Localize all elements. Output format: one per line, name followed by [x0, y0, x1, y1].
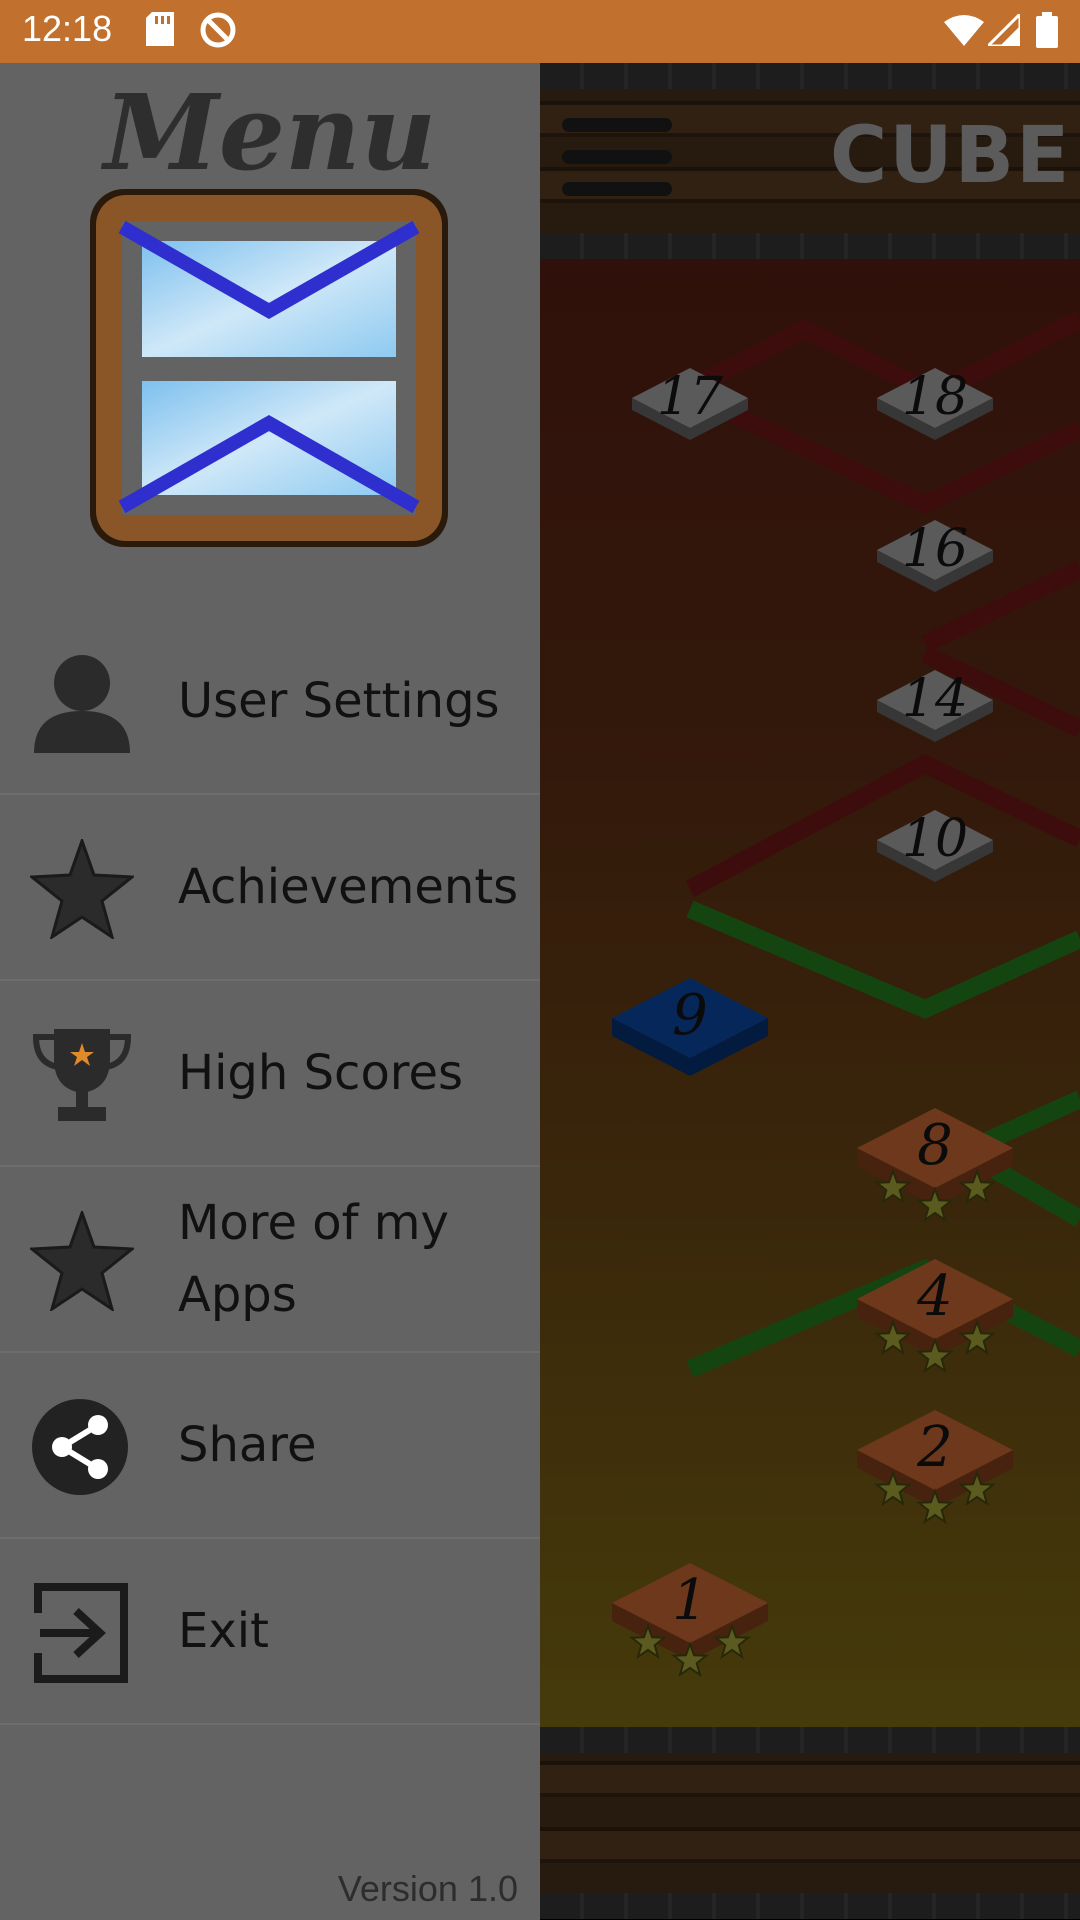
- level-tile-10[interactable]: 10: [877, 809, 993, 882]
- menu-item-high-scores[interactable]: High Scores: [0, 981, 540, 1167]
- status-time: 12:18: [22, 8, 113, 49]
- menu-item-user-settings[interactable]: User Settings: [0, 609, 540, 795]
- star-icon: [30, 1211, 134, 1311]
- level-tiles[interactable]: 17 18 16 14 10 9 8 4 2 1: [540, 63, 1080, 1920]
- level-number: 1: [672, 1568, 708, 1633]
- trophy-icon: [32, 1029, 132, 1121]
- menu-item-label: Share: [178, 1417, 317, 1473]
- level-tile-18[interactable]: 18: [877, 367, 993, 440]
- menu-item-exit[interactable]: Exit: [0, 1539, 540, 1725]
- level-tile-4[interactable]: 4: [857, 1259, 1013, 1374]
- menu-item-label: High Scores: [178, 1045, 464, 1101]
- level-tile-8[interactable]: 8: [857, 1108, 1013, 1223]
- status-bar: 12:18: [0, 0, 1080, 63]
- level-number: 18: [902, 367, 968, 427]
- level-number: 17: [657, 367, 724, 427]
- sync-disabled-icon: [200, 12, 236, 48]
- level-tile-9[interactable]: 9: [612, 978, 768, 1076]
- menu-title: Menu: [103, 71, 437, 194]
- app-logo: [90, 189, 448, 547]
- wifi-icon: [944, 15, 984, 46]
- level-tile-16[interactable]: 16: [877, 519, 993, 592]
- signal-icon: [988, 14, 1020, 46]
- level-number: 14: [902, 669, 968, 729]
- version-label: Version 1.0: [337, 1868, 518, 1909]
- exit-icon: [34, 1583, 128, 1683]
- game-screen: CUBE 17 18 16 14 10 9 8 4 2 1: [540, 63, 1080, 1920]
- share-icon: [32, 1399, 128, 1495]
- star-icon: [30, 839, 134, 939]
- level-number: 9: [672, 983, 708, 1048]
- level-tile-2[interactable]: 2: [857, 1410, 1013, 1525]
- level-number: 8: [917, 1113, 953, 1178]
- level-number: 2: [916, 1415, 953, 1480]
- level-number: 10: [902, 809, 968, 869]
- level-tile-14[interactable]: 14: [877, 669, 993, 742]
- menu-item-label: User Settings: [178, 673, 500, 729]
- level-tile-17[interactable]: 17: [632, 367, 748, 440]
- navigation-drawer: Menu User Settings Achievements High Sco…: [0, 63, 540, 1920]
- battery-icon: [1036, 12, 1058, 48]
- menu-item-achievements[interactable]: Achievements: [0, 795, 540, 981]
- sd-card-icon: [146, 12, 174, 46]
- level-number: 4: [916, 1264, 953, 1329]
- menu-item-label: Achievements: [178, 859, 519, 915]
- menu-item-label: Exit: [178, 1603, 269, 1659]
- menu-item-share[interactable]: Share: [0, 1353, 540, 1539]
- menu-list: User Settings Achievements High Scores M…: [0, 609, 540, 1725]
- level-tile-1[interactable]: 1: [612, 1563, 768, 1678]
- user-icon: [34, 655, 130, 753]
- menu-item-label: More of my Apps: [178, 1195, 449, 1323]
- menu-item-more-apps[interactable]: More of my Apps: [0, 1167, 540, 1353]
- level-number: 16: [902, 519, 968, 579]
